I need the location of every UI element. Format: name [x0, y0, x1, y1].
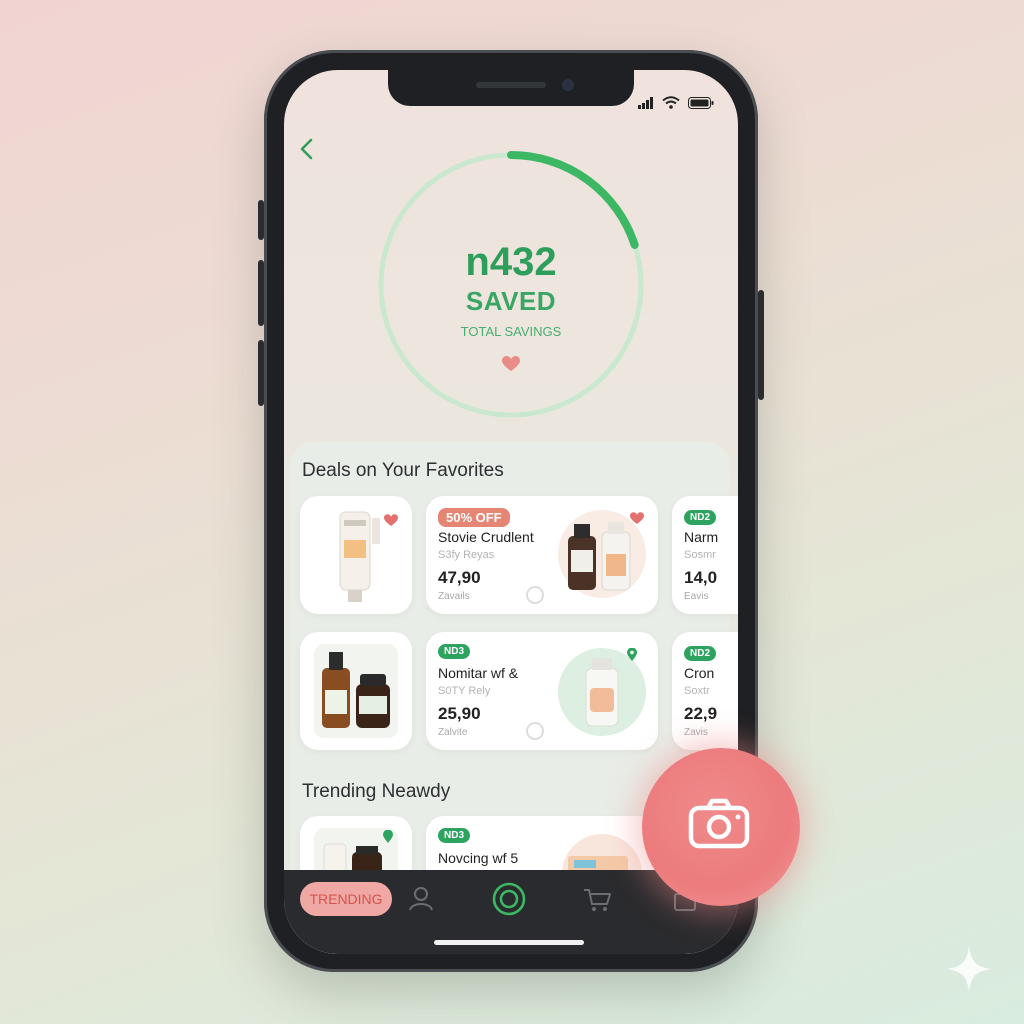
product-store: Zalvite — [438, 727, 468, 738]
product-price: 25,90 — [438, 704, 481, 723]
pin-icon[interactable] — [626, 648, 638, 662]
cart-icon[interactable] — [580, 882, 614, 916]
status-bar — [638, 96, 714, 109]
pin-icon[interactable] — [382, 830, 394, 844]
total-savings-label: TOTAL SAVINGS — [460, 324, 562, 339]
product-price: 22,9 — [684, 704, 718, 723]
product-name: Nomitar wf & — [438, 665, 519, 681]
product-badge: ND3 — [438, 644, 471, 659]
product-badge: ND2 — [684, 646, 717, 661]
product-card[interactable]: 50% OFF Stovie Crudlent S3fy Reyas 47,90… — [426, 496, 658, 614]
product-name: Novcing wf 5 — [438, 850, 519, 866]
signal-icon — [638, 96, 653, 109]
savings-saved-label: SAVED — [465, 286, 557, 316]
product-badge: ND3 — [438, 828, 471, 843]
product-card[interactable] — [300, 496, 412, 614]
volume-up-button — [258, 260, 264, 326]
favorite-heart-icon[interactable] — [630, 512, 644, 525]
product-badge: ND2 — [684, 510, 717, 525]
product-image-serum — [314, 644, 398, 738]
product-price: 47,90 — [438, 568, 481, 587]
heart-icon — [502, 356, 520, 371]
savings-amount: n432 — [465, 240, 557, 284]
sparkle-icon — [946, 946, 992, 992]
wifi-icon — [662, 96, 680, 109]
location-icon[interactable] — [526, 722, 544, 740]
scan-icon[interactable] — [492, 882, 526, 916]
product-subtitle: S0TY Rely — [438, 685, 491, 697]
discount-badge: 50% OFF — [438, 508, 510, 527]
speaker — [476, 82, 546, 88]
product-price: 14,0 — [684, 568, 718, 587]
back-icon[interactable] — [296, 136, 318, 162]
product-subtitle: S3fy Reyas — [438, 549, 495, 561]
product-name: Stovie Crudlent — [438, 529, 534, 545]
product-name: Cron — [684, 665, 715, 681]
product-subtitle: Sosmr — [684, 549, 716, 561]
favorite-heart-icon[interactable] — [384, 514, 398, 527]
product-subtitle: Soxtr — [684, 685, 710, 697]
camera-icon — [688, 798, 750, 849]
user-icon[interactable] — [404, 882, 438, 916]
product-card[interactable] — [300, 632, 412, 750]
notch — [388, 70, 634, 106]
product-store: Zavails — [438, 591, 470, 602]
savings-progress-ring — [377, 151, 645, 419]
front-camera — [562, 79, 574, 91]
product-card[interactable]: ND3 Nomitar wf & S0TY Rely 25,90 Zalvite — [426, 632, 658, 750]
camera-button[interactable] — [642, 748, 800, 906]
nav-trending-tab[interactable]: TRENDING — [300, 882, 392, 916]
trending-section-title: Trending Neawdy — [302, 781, 451, 802]
product-card[interactable]: ND2 Narm Sosmr 14,0 Eavis — [672, 496, 738, 614]
power-button — [758, 290, 764, 400]
product-card[interactable]: ND2 Cron Soxtr 22,9 Zavis — [672, 632, 738, 750]
volume-down-button — [258, 340, 264, 406]
home-indicator — [434, 940, 584, 945]
product-store: Zavis — [684, 727, 708, 738]
location-icon[interactable] — [526, 586, 544, 604]
product-store: Eavis — [684, 591, 709, 602]
mute-switch — [258, 200, 264, 240]
product-name: Narm — [684, 529, 719, 545]
battery-icon — [688, 96, 714, 109]
deals-section-title: Deals on Your Favorites — [302, 460, 504, 481]
